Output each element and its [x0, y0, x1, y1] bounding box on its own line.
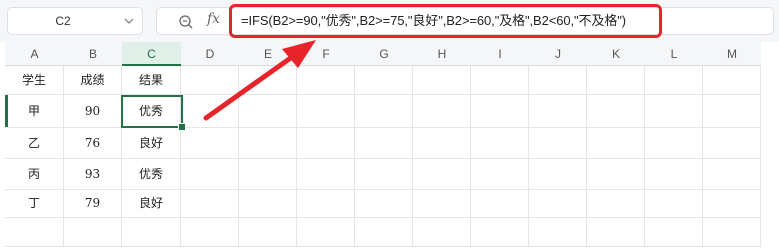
annotation-arrow — [203, 40, 316, 121]
